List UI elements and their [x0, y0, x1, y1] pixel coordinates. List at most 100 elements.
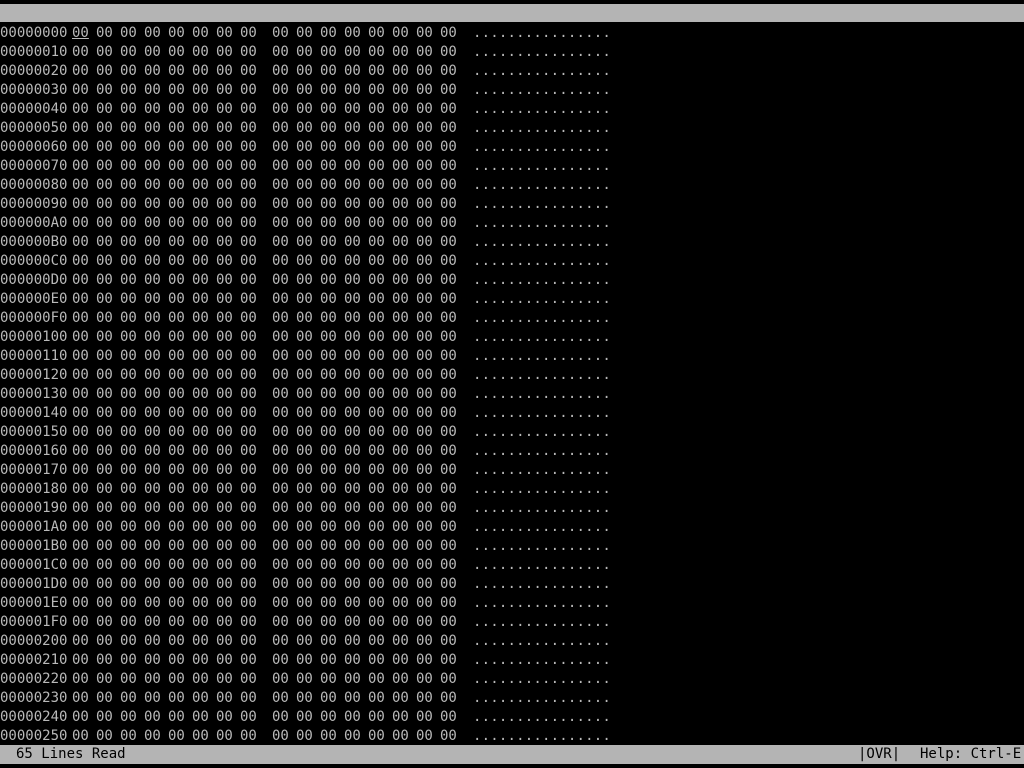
hex-byte[interactable]: 00 — [144, 613, 162, 632]
hex-byte[interactable]: 00 — [272, 81, 290, 100]
hex-byte[interactable]: 00 — [296, 252, 314, 271]
hex-byte[interactable]: 00 — [96, 385, 114, 404]
hex-byte[interactable]: 00 — [440, 214, 458, 233]
hex-byte[interactable]: 00 — [320, 499, 338, 518]
hex-byte[interactable]: 00 — [440, 385, 458, 404]
hex-byte[interactable]: 00 — [96, 347, 114, 366]
hex-byte[interactable]: 00 — [216, 366, 234, 385]
hex-byte[interactable]: 00 — [344, 575, 362, 594]
hex-byte[interactable]: 00 — [192, 613, 210, 632]
hex-byte[interactable]: 00 — [320, 176, 338, 195]
hex-byte[interactable]: 00 — [144, 404, 162, 423]
hex-byte[interactable]: 00 — [96, 271, 114, 290]
hex-byte[interactable]: 00 — [272, 309, 290, 328]
hex-byte[interactable]: 00 — [96, 366, 114, 385]
hex-byte[interactable]: 00 — [344, 689, 362, 708]
hex-byte[interactable]: 00 — [272, 347, 290, 366]
hex-byte[interactable]: 00 — [144, 518, 162, 537]
hex-byte[interactable]: 00 — [296, 613, 314, 632]
hex-byte[interactable]: 00 — [72, 100, 90, 119]
hex-byte[interactable]: 00 — [216, 651, 234, 670]
hex-byte[interactable]: 00 — [368, 290, 386, 309]
ascii-column[interactable]: ................ — [473, 689, 611, 708]
hex-byte[interactable]: 00 — [440, 575, 458, 594]
hex-byte[interactable]: 00 — [96, 195, 114, 214]
hex-byte[interactable]: 00 — [368, 138, 386, 157]
hex-byte[interactable]: 00 — [272, 556, 290, 575]
hex-byte[interactable]: 00 — [392, 442, 410, 461]
hex-byte[interactable]: 00 — [216, 708, 234, 727]
hex-view[interactable]: 00000000 00 00 00 00 00 00 00 00 00 00 00 00 00 00 00 00… — [0, 24, 1024, 744]
hex-byte[interactable]: 00 — [192, 233, 210, 252]
hex-byte[interactable]: 00 — [440, 613, 458, 632]
hex-byte[interactable]: 00 — [144, 556, 162, 575]
hex-byte[interactable]: 00 — [96, 480, 114, 499]
hex-byte[interactable]: 00 — [168, 613, 186, 632]
hex-byte[interactable]: 00 — [216, 176, 234, 195]
hex-byte[interactable]: 00 — [96, 689, 114, 708]
hex-byte[interactable]: 00 — [72, 461, 90, 480]
hex-byte[interactable]: 00 — [240, 556, 258, 575]
hex-byte[interactable]: 00 — [320, 214, 338, 233]
hex-byte[interactable]: 00 — [96, 727, 114, 746]
hex-byte[interactable]: 00 — [168, 138, 186, 157]
hex-byte[interactable]: 00 — [416, 233, 434, 252]
hex-byte[interactable]: 00 — [416, 43, 434, 62]
hex-byte[interactable]: 00 — [240, 214, 258, 233]
hex-byte[interactable]: 00 — [440, 157, 458, 176]
ascii-column[interactable]: ................ — [473, 594, 611, 613]
hex-byte[interactable]: 00 — [344, 442, 362, 461]
hex-byte[interactable]: 00 — [320, 100, 338, 119]
hex-byte[interactable]: 00 — [392, 575, 410, 594]
hex-byte[interactable]: 00 — [72, 347, 90, 366]
hex-byte[interactable]: 00 — [320, 347, 338, 366]
hex-byte[interactable]: 00 — [96, 62, 114, 81]
hex-byte[interactable]: 00 — [392, 100, 410, 119]
hex-byte[interactable]: 00 — [96, 499, 114, 518]
hex-byte[interactable]: 00 — [216, 290, 234, 309]
hex-byte[interactable]: 00 — [216, 347, 234, 366]
hex-byte[interactable]: 00 — [272, 670, 290, 689]
hex-byte[interactable]: 00 — [416, 670, 434, 689]
hex-byte[interactable]: 00 — [72, 214, 90, 233]
hex-byte[interactable]: 00 — [168, 518, 186, 537]
hex-byte[interactable]: 00 — [392, 613, 410, 632]
hex-byte[interactable]: 00 — [240, 461, 258, 480]
hex-byte[interactable]: 00 — [440, 480, 458, 499]
hex-byte[interactable]: 00 — [344, 594, 362, 613]
hex-byte[interactable]: 00 — [120, 176, 138, 195]
hex-byte[interactable]: 00 — [192, 518, 210, 537]
hex-byte[interactable]: 00 — [96, 176, 114, 195]
hex-byte[interactable]: 00 — [320, 727, 338, 746]
hex-byte[interactable]: 00 — [72, 689, 90, 708]
hex-byte[interactable]: 00 — [296, 24, 314, 43]
hex-byte[interactable]: 00 — [440, 556, 458, 575]
hex-byte[interactable]: 00 — [272, 404, 290, 423]
hex-byte[interactable]: 00 — [320, 556, 338, 575]
hex-byte[interactable]: 00 — [168, 290, 186, 309]
hex-byte[interactable]: 00 — [272, 366, 290, 385]
hex-byte[interactable]: 00 — [216, 423, 234, 442]
hex-byte[interactable]: 00 — [216, 233, 234, 252]
hex-byte[interactable]: 00 — [368, 195, 386, 214]
hex-byte[interactable]: 00 — [96, 518, 114, 537]
hex-byte[interactable]: 00 — [216, 24, 234, 43]
hex-byte[interactable]: 00 — [320, 43, 338, 62]
hex-byte[interactable]: 00 — [192, 119, 210, 138]
hex-byte[interactable]: 00 — [192, 138, 210, 157]
hex-byte[interactable]: 00 — [144, 252, 162, 271]
hex-byte[interactable]: 00 — [216, 404, 234, 423]
hex-byte[interactable]: 00 — [272, 499, 290, 518]
hex-byte[interactable]: 00 — [368, 366, 386, 385]
hex-byte[interactable]: 00 — [416, 100, 434, 119]
hex-byte[interactable]: 00 — [296, 271, 314, 290]
hex-byte[interactable]: 00 — [320, 670, 338, 689]
ascii-column[interactable]: ................ — [473, 404, 611, 423]
hex-byte[interactable]: 00 — [344, 195, 362, 214]
hex-byte[interactable]: 00 — [144, 328, 162, 347]
hex-byte[interactable]: 00 — [216, 499, 234, 518]
hex-byte[interactable]: 00 — [144, 157, 162, 176]
hex-byte[interactable]: 00 — [440, 632, 458, 651]
hex-byte[interactable]: 00 — [392, 423, 410, 442]
hex-byte[interactable]: 00 — [240, 24, 258, 43]
